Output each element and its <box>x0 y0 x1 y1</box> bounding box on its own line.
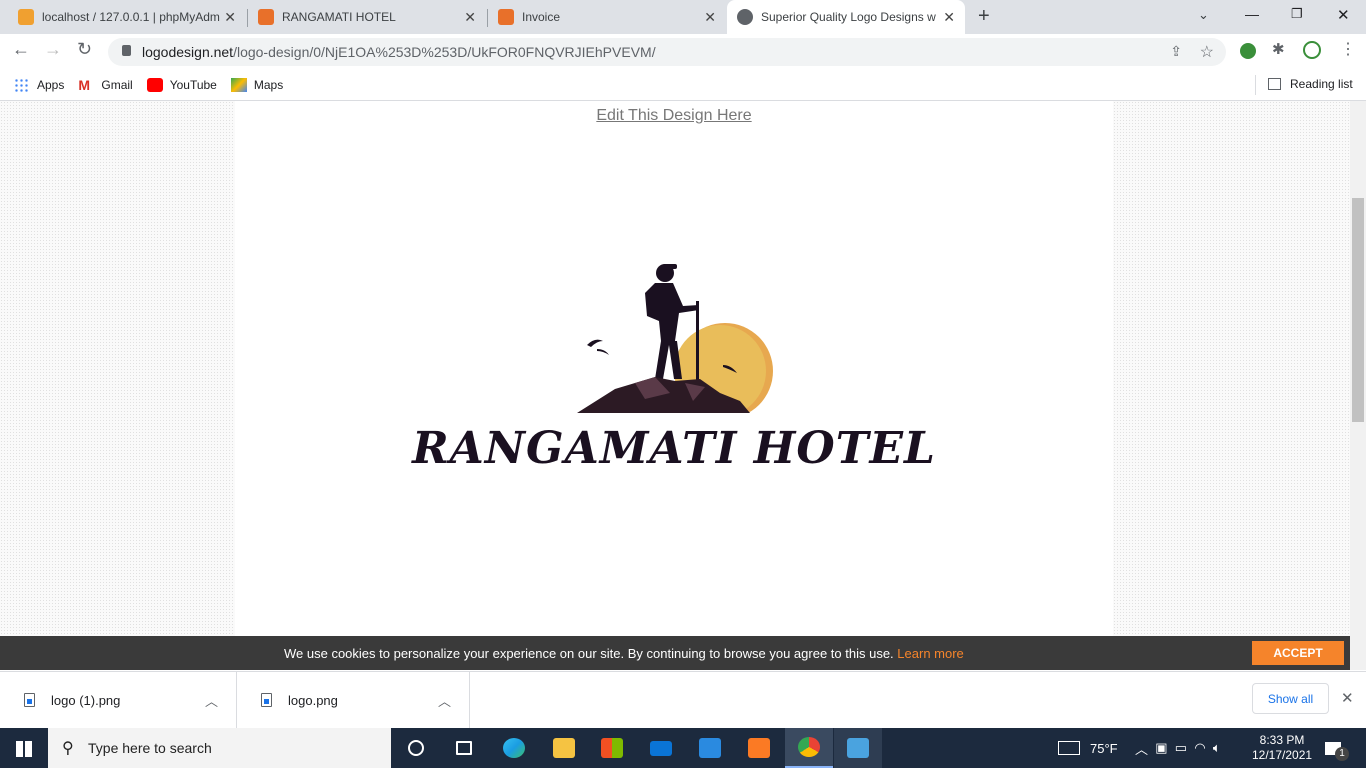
logo-text: RANGAMATI HOTEL <box>412 423 936 474</box>
back-button[interactable]: ← <box>12 39 30 60</box>
tab-logodesign[interactable]: Superior Quality Logo Designs w ✕ <box>727 0 965 34</box>
meet-icon[interactable]: ▣ <box>1155 740 1167 756</box>
tab-bar: localhost / 127.0.0.1 | phpMyAdm ✕ RANGAM… <box>0 0 1366 34</box>
search-placeholder: Type here to search <box>88 740 212 756</box>
url-path: /logo-design/0/NjE1OA%253D%253D/UkFOR0FN… <box>233 44 656 60</box>
edge-icon[interactable] <box>490 728 538 768</box>
download-item[interactable]: logo.png ︿ <box>237 672 470 728</box>
tab-phpmyadmin[interactable]: localhost / 127.0.0.1 | phpMyAdm ✕ <box>8 0 246 34</box>
bookmark-label: Gmail <box>101 77 133 92</box>
xampp-icon <box>498 9 514 25</box>
clock[interactable]: 8:33 PM 12/17/2021 <box>1252 728 1312 768</box>
maps-icon <box>230 77 247 92</box>
bookmark-label: Apps <box>37 77 65 92</box>
tab-search-icon[interactable]: ⌄ <box>1198 7 1209 23</box>
youtube-icon <box>146 77 163 92</box>
bookmark-label: Maps <box>253 77 284 92</box>
reading-list-button[interactable]: Reading list <box>1268 77 1353 91</box>
download-item[interactable]: logo (1).png ︿ <box>0 672 237 728</box>
bookmark-apps[interactable]: Apps <box>14 77 65 92</box>
weather-widget[interactable]: 75°F <box>1058 728 1118 768</box>
clock-date: 12/17/2021 <box>1252 748 1313 762</box>
extensions-puzzle-icon[interactable]: ✱ <box>1272 40 1285 58</box>
minimize-button[interactable]: — <box>1245 6 1259 22</box>
lock-icon <box>122 45 131 56</box>
new-tab-button[interactable]: + <box>978 5 990 28</box>
task-view-icon[interactable] <box>440 728 488 768</box>
xampp-icon <box>258 9 274 25</box>
tab-title: Invoice <box>522 10 561 24</box>
bookmarks-bar: Apps M Gmail YouTube Maps Reading list <box>0 69 1366 101</box>
chevron-up-icon[interactable]: ︿ <box>438 691 451 710</box>
forward-button[interactable]: → <box>44 39 62 60</box>
cookie-text: We use cookies to personalize your exper… <box>284 645 894 661</box>
tab-title: RANGAMATI HOTEL <box>282 10 396 24</box>
tray-icons[interactable]: ︿ ▣ ▭ ◠ 🔈︎ <box>1135 728 1221 768</box>
profile-avatar[interactable] <box>1303 41 1321 59</box>
phpmyadmin-icon <box>18 9 34 25</box>
search-icon: ⚲ <box>62 740 74 757</box>
globe-icon <box>737 9 753 25</box>
restore-button[interactable]: ❐ <box>1291 6 1303 22</box>
accept-button[interactable]: ACCEPT <box>1252 641 1344 665</box>
chrome-icon[interactable] <box>785 728 833 768</box>
photos-icon[interactable] <box>834 728 882 768</box>
cortana-icon[interactable] <box>392 728 440 768</box>
tab-title: localhost / 127.0.0.1 | phpMyAdm <box>42 10 220 24</box>
extension-icon[interactable] <box>1240 43 1256 59</box>
download-filename: logo (1).png <box>51 692 121 708</box>
store-icon[interactable] <box>588 728 636 768</box>
weather-temp: 75°F <box>1090 740 1118 756</box>
downloads-bar: logo (1).png ︿ logo.png ︿ ✕ <box>0 671 1366 728</box>
chevron-up-icon[interactable]: ︿ <box>205 691 218 710</box>
address-bar[interactable]: logodesign.net/logo-design/0/NjE1OA%253D… <box>108 38 1226 66</box>
file-explorer-icon[interactable] <box>540 728 588 768</box>
file-icon <box>261 693 272 707</box>
file-icon <box>24 693 35 707</box>
logo-illustration <box>577 264 775 416</box>
vscode-icon[interactable] <box>686 728 734 768</box>
news-icon <box>1058 741 1080 755</box>
reading-list-icon <box>1268 78 1281 90</box>
close-icon[interactable]: ✕ <box>224 9 236 26</box>
bookmark-maps[interactable]: Maps <box>230 77 284 92</box>
download-filename: logo.png <box>288 692 338 708</box>
bookmark-star-icon[interactable]: ☆ <box>1200 42 1214 62</box>
menu-icon[interactable]: ⋮ <box>1340 39 1356 59</box>
chevron-up-icon[interactable]: ︿ <box>1135 739 1148 758</box>
reading-list-label: Reading list <box>1290 77 1353 91</box>
notifications-button[interactable]: 1 <box>1325 728 1355 768</box>
mail-icon[interactable] <box>637 728 685 768</box>
volume-icon[interactable]: 🔈︎ <box>1213 740 1221 756</box>
cookie-banner: We use cookies to personalize your exper… <box>0 636 1350 670</box>
close-downloads-icon[interactable]: ✕ <box>1341 689 1354 707</box>
close-icon[interactable]: ✕ <box>943 9 955 26</box>
scrollbar-thumb[interactable] <box>1352 198 1364 422</box>
taskbar-search[interactable]: ⚲ Type here to search <box>48 728 391 768</box>
tab-invoice[interactable]: Invoice ✕ <box>488 0 726 34</box>
battery-icon[interactable]: ▭ <box>1175 740 1187 756</box>
learn-more-link[interactable]: Learn more <box>897 646 963 661</box>
show-all-button[interactable]: Show all <box>1252 683 1329 714</box>
bookmark-youtube[interactable]: YouTube <box>146 77 217 92</box>
close-icon[interactable]: ✕ <box>704 9 716 26</box>
tab-rangamati-hotel[interactable]: RANGAMATI HOTEL ✕ <box>248 0 486 34</box>
bookmark-gmail[interactable]: M Gmail <box>78 78 132 92</box>
bookmark-label: YouTube <box>169 77 217 92</box>
xampp-icon[interactable] <box>735 728 783 768</box>
notification-count: 1 <box>1335 747 1349 761</box>
reload-button[interactable]: ↻ <box>77 39 92 60</box>
tab-title: Superior Quality Logo Designs w <box>761 10 936 24</box>
close-window-button[interactable]: ✕ <box>1337 6 1350 24</box>
apps-grid-icon <box>14 77 30 92</box>
gmail-icon: M <box>78 76 91 93</box>
windows-start-icon[interactable] <box>16 741 32 757</box>
wifi-icon[interactable]: ◠ <box>1194 740 1205 756</box>
page-content: Edit This Design Here RANGAMATI HOTEL <box>235 101 1113 636</box>
edit-design-link[interactable]: Edit This Design Here <box>235 107 1113 125</box>
clock-time: 8:33 PM <box>1259 733 1305 747</box>
url-domain: logodesign.net <box>142 44 234 60</box>
share-icon[interactable]: ⇪ <box>1170 43 1182 60</box>
close-icon[interactable]: ✕ <box>464 9 476 26</box>
